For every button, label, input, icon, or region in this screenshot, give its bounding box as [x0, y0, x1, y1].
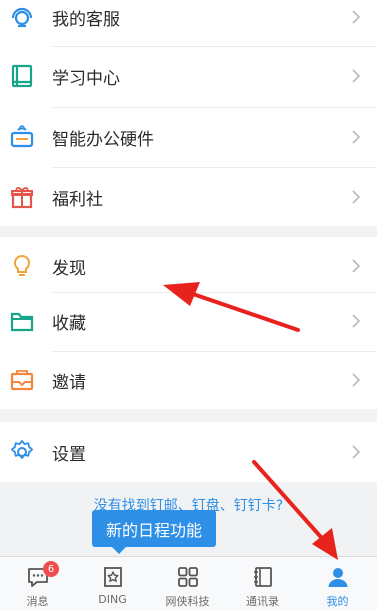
- contacts-icon: [254, 567, 272, 587]
- menu-item-learning-center[interactable]: 学习中心: [0, 47, 377, 105]
- chevron-right-icon: [352, 130, 361, 144]
- ding-icon: [104, 567, 122, 587]
- invite-envelope-icon: [9, 367, 35, 393]
- menu-item-smart-hardware[interactable]: 智能办公硬件: [0, 108, 377, 166]
- tab-ding[interactable]: DING: [75, 557, 150, 611]
- bottom-tab-bar: 6 消息 DING 网侠科技 通讯录 我的: [0, 556, 377, 611]
- menu-group-services: 我的客服 学习中心 智能办公硬件 福利社: [0, 0, 377, 226]
- menu-item-label: 发现: [52, 258, 86, 279]
- tab-messages[interactable]: 6 消息: [0, 557, 75, 611]
- chevron-right-icon: [352, 69, 361, 83]
- menu-group-settings: 设置: [0, 422, 377, 482]
- menu-item-discover[interactable]: 发现: [0, 237, 377, 295]
- folder-icon: [9, 308, 35, 334]
- customer-service-icon: [9, 4, 35, 30]
- menu-item-settings[interactable]: 设置: [0, 423, 377, 481]
- profile-icon: [328, 568, 348, 587]
- menu-item-label: 收藏: [52, 313, 86, 334]
- chevron-right-icon: [352, 10, 361, 24]
- menu-item-invite[interactable]: 邀请: [0, 351, 377, 409]
- menu-item-welfare[interactable]: 福利社: [0, 168, 377, 226]
- tab-label: DING: [98, 593, 127, 606]
- book-icon: [9, 63, 35, 89]
- smart-hardware-icon: [9, 124, 35, 150]
- chevron-right-icon: [352, 314, 361, 328]
- tab-label: 通讯录: [246, 595, 279, 608]
- unread-badge: 6: [43, 561, 59, 577]
- gear-icon: [9, 439, 35, 465]
- chevron-right-icon: [352, 190, 361, 204]
- menu-item-label: 学习中心: [52, 68, 120, 89]
- chevron-right-icon: [352, 259, 361, 273]
- menu-item-customer-service[interactable]: 我的客服: [0, 0, 377, 46]
- menu-group-discover: 发现 收藏 邀请: [0, 237, 377, 409]
- menu-item-label: 邀请: [52, 372, 86, 393]
- tab-label: 网侠科技: [165, 595, 210, 608]
- menu-item-label: 智能办公硬件: [52, 129, 154, 150]
- menu-item-label: 设置: [52, 444, 86, 465]
- grid-icon: [178, 567, 198, 587]
- new-schedule-feature-tooltip[interactable]: 新的日程功能: [92, 510, 216, 554]
- tab-label: 我的: [326, 595, 349, 608]
- menu-item-label: 福利社: [52, 189, 103, 210]
- lightbulb-icon: [9, 253, 35, 279]
- tab-label: 消息: [26, 595, 49, 608]
- gift-icon: [9, 184, 35, 210]
- tab-workspace[interactable]: 网侠科技: [150, 557, 225, 611]
- menu-item-label: 我的客服: [52, 9, 120, 30]
- chevron-right-icon: [352, 373, 361, 387]
- chevron-right-icon: [352, 445, 361, 459]
- tab-contacts[interactable]: 通讯录: [225, 557, 300, 611]
- tab-me[interactable]: 我的: [300, 557, 375, 611]
- menu-item-favorites[interactable]: 收藏: [0, 292, 377, 350]
